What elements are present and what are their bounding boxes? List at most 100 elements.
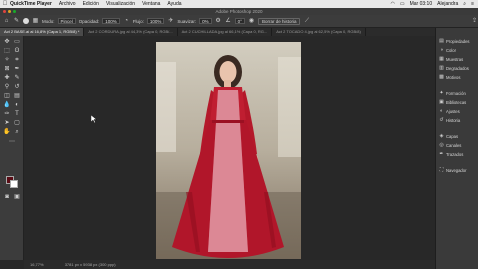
zoom-tool-icon[interactable]: ⌕ bbox=[13, 129, 21, 136]
crop-tool-icon[interactable]: ⌗ bbox=[13, 57, 21, 64]
panel-label: Capas bbox=[446, 133, 459, 139]
dodge-tool-icon[interactable]: ◐ bbox=[13, 102, 21, 109]
background-color-swatch[interactable] bbox=[10, 180, 18, 188]
zoom-level[interactable]: 16,77% bbox=[30, 262, 44, 267]
channels-icon: ◎ bbox=[439, 141, 444, 148]
search-icon[interactable]: ⌕ bbox=[463, 1, 466, 7]
lasso-tool-icon[interactable]: ʘ bbox=[13, 48, 21, 55]
brush-tool-icon[interactable]: ✎ bbox=[13, 18, 20, 25]
mac-menu-bar:  QuickTime Player Archivo Edición Visua… bbox=[0, 0, 478, 8]
panel-degradados[interactable]: ▥ Degradados bbox=[439, 65, 469, 71]
gradient-tool-icon[interactable]: ▤ bbox=[13, 93, 21, 100]
smoothing-input[interactable]: 0% bbox=[199, 18, 212, 24]
artboard-tool-icon[interactable]: ▭ bbox=[13, 39, 21, 46]
panel-label: Degradados bbox=[446, 65, 469, 71]
document-image[interactable] bbox=[156, 42, 301, 259]
home-icon[interactable]: ⌂ bbox=[3, 18, 10, 25]
airbrush-icon[interactable]: ✈ bbox=[167, 18, 174, 25]
panel-propiedades[interactable]: ▤ Propiedades bbox=[439, 37, 469, 44]
flow-input[interactable]: 100% bbox=[146, 18, 165, 24]
panel-formacion[interactable]: ✦ Formación bbox=[439, 90, 466, 96]
window-title: Adobe Photoshop 2020 bbox=[215, 9, 263, 14]
tools-panel: ✥ ▭ ⬚ ʘ ✧ ⌗ ⊠ ✒ ✚ ✎ ⚲ ↺ ◫ ▤ 💧 ◐ ✑ T ➤ ▢ … bbox=[0, 36, 24, 260]
tab-base[interactable]: Act 2 BASE.ai al 16,8% (Capa 1, RGB/8) * bbox=[0, 28, 85, 36]
clock[interactable]: Mar 03:10 bbox=[410, 1, 433, 7]
move-tool-icon[interactable]: ✥ bbox=[3, 39, 11, 46]
panel-label: Ajustes bbox=[446, 108, 460, 114]
options-bar: ⌂ ✎ ▦ Modo: Pincel Opacidad: 100% ◔ Fluj… bbox=[0, 15, 478, 28]
menu-ayuda[interactable]: Ayuda bbox=[167, 1, 181, 7]
symmetry-icon[interactable]: ⟋ bbox=[303, 18, 310, 25]
panel-label: Formación bbox=[446, 90, 466, 96]
panel-capas[interactable]: ◈ Capas bbox=[439, 132, 459, 139]
panel-historia[interactable]: ↺ Historia bbox=[439, 117, 460, 123]
pressure-opacity-icon[interactable]: ◔ bbox=[123, 18, 130, 25]
layers-icon: ◈ bbox=[439, 132, 444, 139]
window-controls bbox=[3, 10, 16, 13]
shape-tool-icon[interactable]: ▢ bbox=[13, 120, 21, 127]
menu-app-name[interactable]: QuickTime Player bbox=[10, 1, 52, 7]
battery-icon[interactable]: ▭ bbox=[400, 1, 405, 7]
quick-mask-icon[interactable]: ◙ bbox=[3, 194, 11, 201]
healing-brush-tool-icon[interactable]: ✚ bbox=[3, 75, 11, 82]
panel-dock: ▤ Propiedades ◑ Color ▦ Muestras ▥ Degradado… bbox=[435, 28, 478, 269]
pressure-size-icon[interactable]: ◉ bbox=[248, 18, 255, 25]
eraser-tool-icon[interactable]: ◫ bbox=[3, 93, 11, 100]
panel-bibliotecas[interactable]: ▣ Bibliotecas bbox=[439, 99, 466, 105]
panel-canales[interactable]: ◎ Canales bbox=[439, 142, 461, 148]
clone-stamp-tool-icon[interactable]: ⚲ bbox=[3, 84, 11, 91]
navigator-icon: ⛶ bbox=[439, 166, 444, 173]
mode-select[interactable]: Pincel bbox=[57, 18, 76, 24]
libraries-icon: ▣ bbox=[439, 98, 444, 105]
minimize-window-icon[interactable] bbox=[8, 10, 11, 13]
apple-icon[interactable]:  bbox=[0, 1, 10, 7]
panel-label: Color bbox=[446, 47, 457, 53]
marquee-tool-icon[interactable]: ⬚ bbox=[3, 48, 11, 55]
panel-motivos[interactable]: ▩ Motivos bbox=[439, 74, 460, 80]
fashion-model-illustration bbox=[156, 42, 301, 259]
smoothing-options-icon[interactable]: ⚙ bbox=[215, 18, 222, 25]
wifi-icon[interactable]: ◠ bbox=[391, 1, 395, 7]
panel-color[interactable]: ◑ Color bbox=[439, 47, 456, 53]
flow-label: Flujo: bbox=[132, 18, 144, 24]
pen-tool-icon[interactable]: ✑ bbox=[3, 111, 11, 118]
brush-settings-icon[interactable]: ▦ bbox=[32, 18, 39, 25]
screen-mode-icon[interactable]: ▣ bbox=[13, 194, 21, 201]
close-window-icon[interactable] bbox=[3, 10, 6, 13]
share-icon[interactable]: ⇪ bbox=[471, 18, 478, 25]
tab-cordura[interactable]: Act 2 CORDURA.jpg al 44,3% (Capa 0, RGB/… bbox=[84, 28, 178, 36]
frame-tool-icon[interactable]: ⊠ bbox=[3, 66, 11, 73]
menu-archivo[interactable]: Archivo bbox=[59, 1, 76, 7]
quick-select-tool-icon[interactable]: ✧ bbox=[3, 57, 11, 64]
angle-input[interactable]: 0° bbox=[234, 18, 245, 24]
menu-ventana[interactable]: Ventana bbox=[142, 1, 160, 7]
brush-tool-panel-icon[interactable]: ✎ bbox=[13, 75, 21, 82]
erase-history-button[interactable]: Borrar de historia bbox=[257, 17, 301, 25]
properties-icon: ▤ bbox=[439, 37, 444, 44]
panel-label: Motivos bbox=[446, 74, 461, 80]
panel-ajustes[interactable]: ◐ Ajustes bbox=[439, 108, 460, 114]
history-brush-tool-icon[interactable]: ↺ bbox=[13, 84, 21, 91]
tab-cuchillada[interactable]: Act 2 CUCHILLADA.jpg al 66,1% (Capa 0, R… bbox=[178, 28, 273, 36]
menu-visualizacion[interactable]: Visualización bbox=[106, 1, 135, 7]
more-tools-icon[interactable]: ⋯ bbox=[8, 139, 16, 146]
blur-tool-icon[interactable]: 💧 bbox=[3, 102, 11, 109]
tab-tocado[interactable]: Act 2 TOCADO 4.jpg al 62,5% (Capa 0, RGB… bbox=[272, 28, 366, 36]
opacity-input[interactable]: 100% bbox=[102, 18, 120, 24]
hand-tool-icon[interactable]: ✋ bbox=[3, 129, 11, 136]
panel-trazados[interactable]: ✒ Trazados bbox=[439, 151, 463, 157]
mouse-cursor-icon bbox=[91, 115, 97, 123]
panel-muestras[interactable]: ▦ Muestras bbox=[439, 56, 463, 62]
user-name[interactable]: Alejandra bbox=[437, 1, 458, 7]
menu-edicion[interactable]: Edición bbox=[83, 1, 99, 7]
path-select-tool-icon[interactable]: ➤ bbox=[3, 120, 11, 127]
menu-status-area: ◠ ▭ Mar 03:10 Alejandra ⌕ ≡ bbox=[391, 0, 475, 8]
type-tool-icon[interactable]: T bbox=[13, 111, 21, 118]
eyedropper-tool-icon[interactable]: ✒ bbox=[13, 66, 21, 73]
zoom-window-icon[interactable] bbox=[13, 10, 16, 13]
document-size: 3781 px x 5938 px (300 ppp) bbox=[64, 262, 116, 267]
mode-label: Modo: bbox=[42, 18, 55, 24]
panel-navegador[interactable]: ⛶ Navegador bbox=[439, 167, 467, 173]
brush-preset-icon[interactable] bbox=[23, 18, 29, 24]
menu-list-icon[interactable]: ≡ bbox=[471, 1, 474, 7]
